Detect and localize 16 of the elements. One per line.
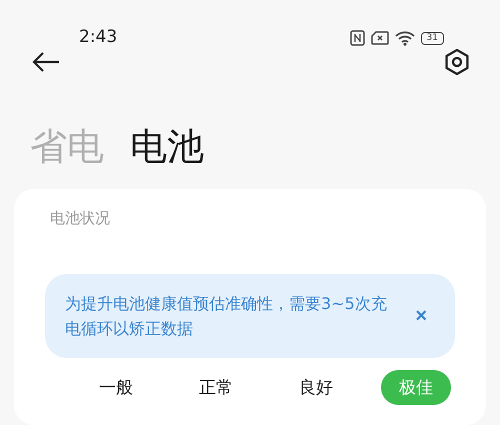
sim-card-icon xyxy=(370,31,389,45)
card-title: 电池状况 xyxy=(49,209,111,228)
settings-icon[interactable] xyxy=(444,48,470,76)
status-time: 2:43 xyxy=(79,27,118,47)
notice-text: 为提升电池健康值预估准确性，需要3~5次充电循环以矫正数据 xyxy=(65,293,388,340)
page-tab[interactable]: 电池 xyxy=(130,124,204,170)
page-tab[interactable]: 省电 xyxy=(30,124,104,170)
grade-label: 良好 xyxy=(298,377,334,400)
close-button[interactable]: × xyxy=(411,304,431,328)
nfc-icon xyxy=(350,30,365,46)
wifi-icon xyxy=(394,30,415,46)
selected-grade-pill: 极佳 xyxy=(381,370,451,405)
battery-indicator: 31 xyxy=(420,32,444,44)
back-arrow-icon[interactable] xyxy=(32,52,60,72)
grade-label: 正常 xyxy=(198,377,234,400)
grade-label: 一般 xyxy=(98,377,134,400)
